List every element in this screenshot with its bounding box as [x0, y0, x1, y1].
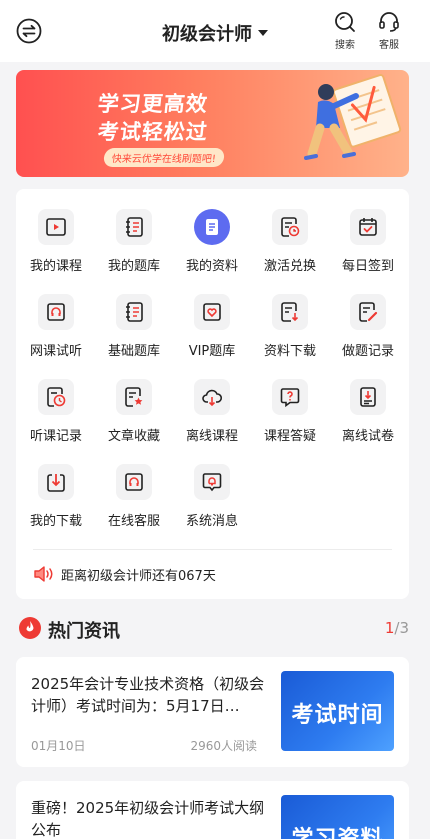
banner-headline-1: 学习更高效 — [96, 92, 210, 116]
menu-item-system-messages[interactable]: 系统消息 — [173, 464, 251, 529]
question-bubble-icon — [272, 379, 308, 415]
menu-item-my-downloads[interactable]: 我的下载 — [17, 464, 95, 529]
service-label: 客服 — [379, 40, 399, 51]
news-title: 重磅！2025年初级会计师考试大纲公布 — [31, 799, 265, 839]
menu-item-offline-papers[interactable]: 离线试卷 — [329, 379, 407, 444]
menu-item-lesson-history[interactable]: 听课记录 — [17, 379, 95, 444]
question-book-icon — [116, 209, 152, 245]
menu-item-label: 网课试听 — [29, 344, 82, 359]
headset-icon — [379, 12, 399, 32]
menu-item-label: 离线试卷 — [341, 429, 394, 444]
search-button[interactable]: 搜索 — [327, 10, 363, 51]
menu-item-label: 基础题库 — [107, 344, 160, 359]
menu-divider — [33, 549, 392, 550]
menu-item-label: 离线课程 — [185, 429, 238, 444]
menu-item-label: 在线客服 — [107, 514, 160, 529]
menu-item-basic-question-bank[interactable]: 基础题库 — [95, 294, 173, 359]
menu-item-daily-checkin[interactable]: 每日签到 — [329, 209, 407, 274]
cloud-download-icon — [194, 379, 230, 415]
document-icon — [194, 209, 230, 245]
menu-item-offline-courses[interactable]: 离线课程 — [173, 379, 251, 444]
menu-item-course-qa[interactable]: 课程答疑 — [251, 379, 329, 444]
menu-item-article-favorites[interactable]: 文章收藏 — [95, 379, 173, 444]
menu-item-label: VIP题库 — [188, 344, 236, 359]
exam-selector[interactable]: 初级会计师 — [0, 20, 430, 46]
pager-total: /3 — [394, 619, 409, 637]
menu-item-label: 课程答疑 — [263, 429, 316, 444]
video-icon — [38, 209, 74, 245]
bell-icon — [194, 464, 230, 500]
promo-banner[interactable]: 学习更高效 考试轻松过 快来云优学在线刷题吧! — [16, 70, 409, 177]
menu-item-label: 我的下载 — [29, 514, 82, 529]
menu-item-label: 文章收藏 — [107, 429, 160, 444]
speaker-icon — [34, 566, 53, 582]
headset-icon — [116, 464, 152, 500]
news-pager[interactable]: 1/3 — [385, 619, 409, 637]
menu-item-label: 听课记录 — [29, 429, 82, 444]
menu-item-practice-records[interactable]: 做题记录 — [329, 294, 407, 359]
news-thumbnail: 考试时间 — [281, 671, 394, 751]
menu-item-trial-lessons[interactable]: 网课试听 — [17, 294, 95, 359]
exam-title: 初级会计师 — [162, 24, 252, 45]
menu-item-activate-redeem[interactable]: 激活兑换 — [251, 209, 329, 274]
feature-menu: 我的课程 我的题库 我的资料 激活兑换 每日签到 网课试听 基础题库 VIP题库… — [16, 189, 409, 599]
customer-service-button[interactable]: 客服 — [371, 10, 407, 51]
menu-item-material-download[interactable]: 资料下载 — [251, 294, 329, 359]
banner-headline-2: 考试轻松过 — [96, 120, 210, 144]
section-title: 热门资讯 — [48, 621, 120, 642]
news-read-count: 2960人阅读 — [190, 739, 257, 753]
news-item[interactable]: 2025年会计专业技术资格（初级会计师）考试时间为：5月17日… 01月10日 … — [16, 657, 409, 767]
menu-item-label: 每日签到 — [341, 259, 394, 274]
star-document-icon — [116, 379, 152, 415]
menu-item-my-question-bank[interactable]: 我的题库 — [95, 209, 173, 274]
headphone-icon — [38, 294, 74, 330]
countdown-text: 距离初级会计师还有067天 — [61, 568, 216, 584]
banner-tagline: 快来云优学在线刷题吧! — [103, 148, 226, 167]
news-title: 2025年会计专业技术资格（初级会计师）考试时间为：5月17日… — [31, 675, 265, 715]
app-header: 初级会计师 搜索 客服 — [0, 0, 430, 62]
edit-record-icon — [350, 294, 386, 330]
caret-down-icon — [258, 30, 268, 36]
pager-current: 1 — [384, 619, 395, 637]
offline-paper-icon — [350, 379, 386, 415]
exam-countdown-notice[interactable]: 距离初级会计师还有067天 — [33, 563, 216, 585]
menu-item-label: 我的题库 — [107, 259, 160, 274]
activate-icon — [272, 209, 308, 245]
banner-illustration — [304, 74, 402, 160]
menu-item-online-service[interactable]: 在线客服 — [95, 464, 173, 529]
thumbnail-text: 考试时间 — [291, 703, 384, 728]
download-icon — [38, 464, 74, 500]
menu-item-label: 系统消息 — [185, 514, 238, 529]
thumbnail-text: 学习资料 — [281, 821, 394, 839]
menu-item-label: 激活兑换 — [263, 259, 316, 274]
menu-item-label: 资料下载 — [263, 344, 316, 359]
hot-news-header: 热门资讯 1/3 — [16, 612, 409, 644]
menu-item-label: 我的资料 — [185, 259, 238, 274]
search-label: 搜索 — [335, 40, 355, 51]
question-book-icon — [116, 294, 152, 330]
menu-item-label: 我的课程 — [29, 259, 82, 274]
menu-item-label: 做题记录 — [341, 344, 394, 359]
menu-item-my-courses[interactable]: 我的课程 — [17, 209, 95, 274]
news-thumbnail: 学习资料 — [281, 795, 394, 839]
fire-icon — [19, 617, 41, 639]
search-icon — [335, 12, 355, 32]
file-download-icon — [272, 294, 308, 330]
news-date: 01月10日 — [31, 739, 86, 753]
clock-record-icon — [38, 379, 74, 415]
menu-item-my-materials[interactable]: 我的资料 — [173, 209, 251, 274]
menu-item-vip-question-bank[interactable]: VIP题库 — [173, 294, 251, 359]
vip-heart-icon — [194, 294, 230, 330]
news-item[interactable]: 重磅！2025年初级会计师考试大纲公布 学习资料 — [16, 781, 409, 839]
calendar-check-icon — [350, 209, 386, 245]
